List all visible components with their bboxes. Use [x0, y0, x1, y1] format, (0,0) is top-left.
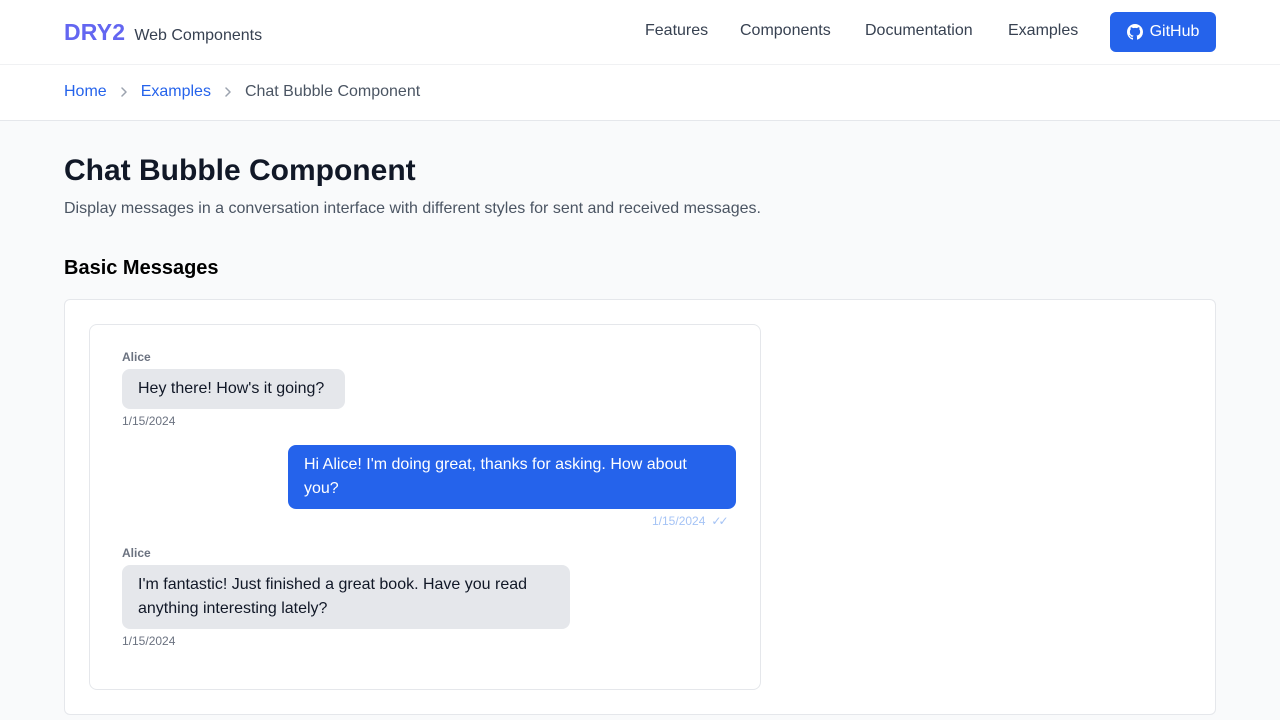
message-meta-sent: 1/15/2024 ✓✓	[652, 514, 729, 528]
github-button-label: GitHub	[1149, 23, 1200, 40]
nav-link-components[interactable]: Components	[740, 22, 831, 40]
nav-link-examples[interactable]: Examples	[1008, 22, 1078, 40]
chevron-right-icon	[120, 87, 128, 97]
page-title: Chat Bubble Component	[64, 154, 416, 187]
message-timestamp: 1/15/2024	[122, 414, 176, 428]
breadcrumb-current: Chat Bubble Component	[244, 83, 421, 100]
message-timestamp: 1/15/2024	[652, 514, 706, 528]
double-check-icon: ✓✓	[711, 514, 728, 528]
breadcrumb-home[interactable]: Home	[64, 83, 107, 101]
message-sender: Alice	[122, 350, 151, 364]
brand-logo[interactable]: DRY2	[64, 19, 125, 46]
chevron-right-icon	[224, 87, 232, 97]
github-button[interactable]: GitHub	[1110, 12, 1216, 52]
github-icon	[1126, 24, 1143, 40]
chat-bubble-received: I'm fantastic! Just finished a great boo…	[122, 565, 570, 629]
nav-link-documentation[interactable]: Documentation	[865, 22, 973, 40]
breadcrumb: Home Examples Chat Bubble Component	[64, 83, 420, 101]
chat-bubble-received: Hey there! How's it going?	[122, 369, 345, 409]
message-timestamp: 1/15/2024	[122, 634, 176, 648]
breadcrumb-examples[interactable]: Examples	[141, 83, 211, 101]
brand[interactable]: DRY2 Web Components	[64, 19, 262, 47]
section-title-basic-messages: Basic Messages	[64, 257, 219, 279]
top-navbar: DRY2 Web Components Features Components …	[0, 0, 1280, 65]
breadcrumb-bar: Home Examples Chat Bubble Component	[0, 65, 1280, 121]
message-sender: Alice	[122, 546, 151, 560]
page-description: Display messages in a conversation inter…	[64, 200, 761, 217]
chat-bubble-sent: Hi Alice! I'm doing great, thanks for as…	[288, 445, 736, 509]
brand-subtitle: Web Components	[134, 27, 263, 44]
nav-link-features[interactable]: Features	[645, 22, 708, 40]
